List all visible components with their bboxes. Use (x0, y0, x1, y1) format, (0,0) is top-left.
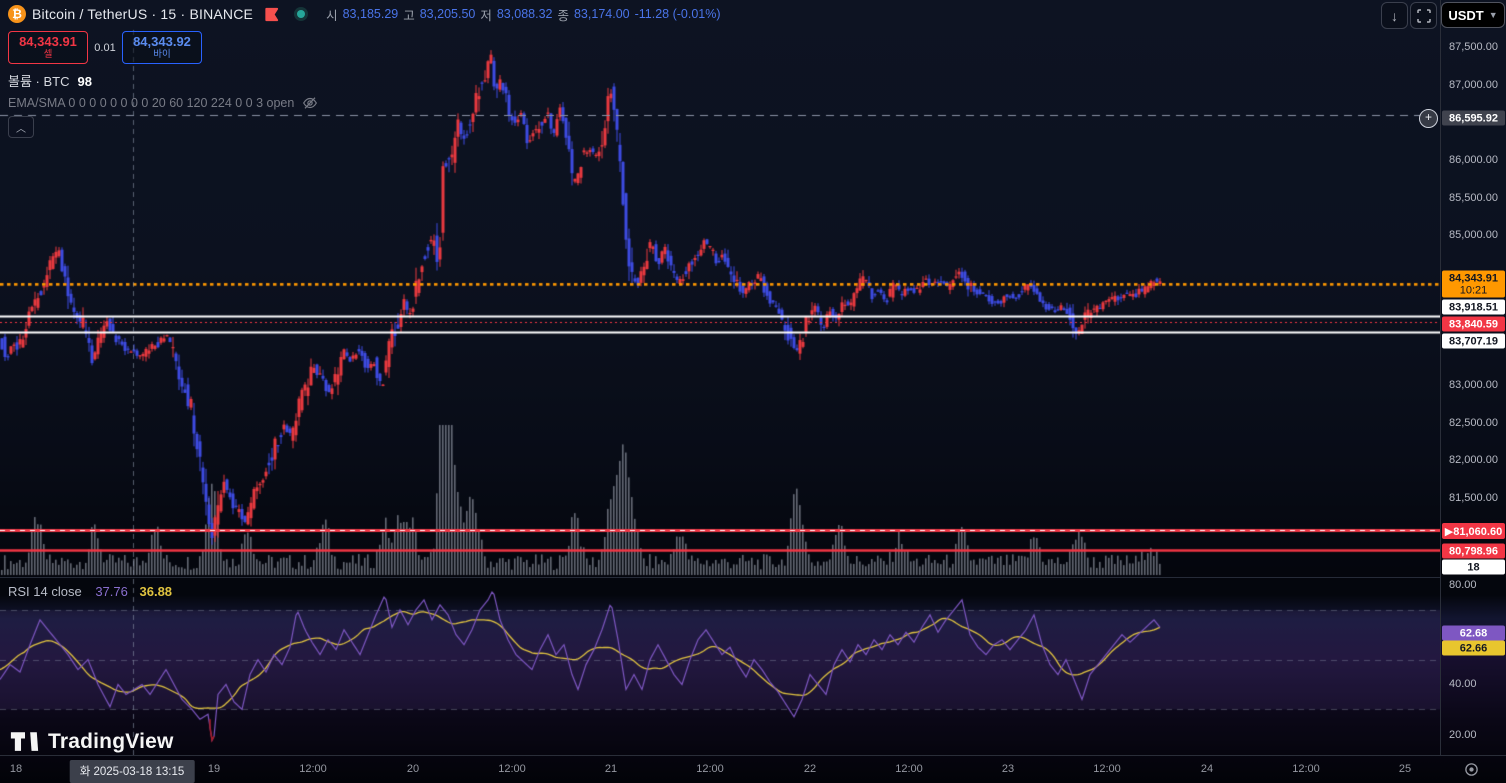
fullscreen-icon (1416, 8, 1431, 23)
price-axis-tick: 20.00 (1449, 729, 1477, 741)
add-alert-plus-icon[interactable]: + (1419, 109, 1438, 128)
alert-label-80798[interactable]: 80,798.96 (1442, 543, 1505, 559)
time-axis-tick: 24 (1200, 763, 1214, 775)
time-axis-tick: 20 (406, 763, 420, 775)
price-axis-tick: 85,500.00 (1449, 192, 1498, 204)
market-status-icon[interactable] (294, 7, 309, 21)
price-axis-tick: 85,000.00 (1449, 229, 1498, 241)
time-axis[interactable]: 화 2025-03-18 13:15 18 19 12:00 20 12:00 21 12:… (0, 755, 1506, 783)
time-axis-tick: 25 (1398, 763, 1412, 775)
price-axis-tick: 87,500.00 (1449, 41, 1498, 53)
alert-label-81060[interactable]: ▶81,060.60 (1442, 523, 1505, 539)
symbol-title[interactable]: Bitcoin / TetherUS · 15 · BINANCE (32, 6, 253, 22)
price-axis-tick: 82,500.00 (1449, 417, 1498, 429)
sell-button[interactable]: 84,343.91 셀 (8, 31, 88, 64)
price-axis-tick: 82,000.00 (1449, 454, 1498, 466)
currency-dropdown[interactable]: USDT ▼ (1441, 2, 1505, 28)
time-axis-tick: 12:00 (299, 763, 327, 775)
time-axis-tick: 22 (803, 763, 817, 775)
price-axis-tick: 40.00 (1449, 678, 1477, 690)
time-axis-tick: 12:00 (1093, 763, 1121, 775)
volume-scale-label[interactable]: 18 (1442, 559, 1505, 575)
time-axis-tick: 21 (604, 763, 618, 775)
download-button[interactable]: ↓ (1381, 2, 1408, 29)
level-label-83918[interactable]: 83,918.51 (1442, 299, 1505, 315)
symbol-header: ₿ Bitcoin / TetherUS · 15 · BINANCE 시 83,… (8, 4, 721, 24)
level-label-83707[interactable]: 83,707.19 (1442, 333, 1505, 349)
volume-legend-value: 98 (77, 74, 92, 89)
rsi-value: 37.76 (95, 584, 128, 599)
price-axis-tick: 83,000.00 (1449, 379, 1498, 391)
chart-canvas[interactable] (0, 0, 1440, 755)
flag-icon[interactable] (263, 6, 280, 23)
tradingview-chart-window: { "header": { "symbol_title": "Bitcoin /… (0, 0, 1506, 783)
btc-logo-icon: ₿ (8, 5, 26, 23)
pane-separator[interactable] (0, 577, 1440, 578)
fullscreen-button[interactable] (1410, 2, 1437, 29)
time-axis-tick: 19 (207, 763, 221, 775)
price-axis-tick: 81,500.00 (1449, 492, 1498, 504)
price-axis-tick: 80.00 (1449, 579, 1477, 591)
rsi-ma-value: 36.88 (139, 584, 173, 599)
price-axis[interactable]: 87,500.00 87,000.00 86,000.00 85,500.00 85,0… (1440, 0, 1506, 755)
collapse-pane-button[interactable]: ︿ (8, 116, 34, 138)
price-axis-tick: 87,000.00 (1449, 79, 1498, 91)
current-price-label[interactable]: 84,343.91 10:21 (1442, 270, 1505, 298)
time-axis-tick: 18 (9, 763, 23, 775)
eye-off-icon[interactable] (302, 95, 318, 111)
price-axis-tick: 86,000.00 (1449, 154, 1498, 166)
trade-buttons: 84,343.91 셀 0.01 84,343.92 바이 (8, 31, 202, 64)
level-label-83840[interactable]: 83,840.59 (1442, 316, 1505, 332)
timezone-settings-icon[interactable] (1464, 762, 1479, 782)
rsi-value-label[interactable]: 62.68 (1442, 625, 1505, 641)
change-value: -11.28 (-0.01%) (634, 7, 721, 21)
tradingview-logo-icon (10, 732, 39, 751)
ema-sma-legend: EMA/SMA 0 0 0 0 0 0 0 0 20 60 120 224 0 … (8, 95, 318, 111)
time-axis-tick: 12:00 (1292, 763, 1320, 775)
volume-legend: 볼륨 · BTC 98 (8, 74, 92, 89)
time-axis-tick: 12:00 (498, 763, 526, 775)
rsi-legend: RSI 14 close 37.76 36.88 (8, 584, 173, 599)
time-axis-tick: 12:00 (696, 763, 724, 775)
tradingview-watermark[interactable]: TradingView (10, 729, 174, 755)
buy-button[interactable]: 84,343.92 바이 (122, 31, 202, 64)
crosshair-date-label: 화 2025-03-18 13:15 (69, 760, 195, 783)
spread-value: 0.01 (94, 41, 116, 54)
time-axis-tick: 12:00 (895, 763, 923, 775)
chevron-down-icon: ▼ (1488, 10, 1498, 20)
ohlc-values: 시 83,185.29 고 83,205.50 저 83,088.32 종 83,174… (326, 7, 721, 23)
rsi-ma-value-label[interactable]: 62.66 (1442, 640, 1505, 656)
drawing-price-label[interactable]: 86,595.92 (1442, 110, 1505, 126)
time-axis-tick: 23 (1001, 763, 1015, 775)
